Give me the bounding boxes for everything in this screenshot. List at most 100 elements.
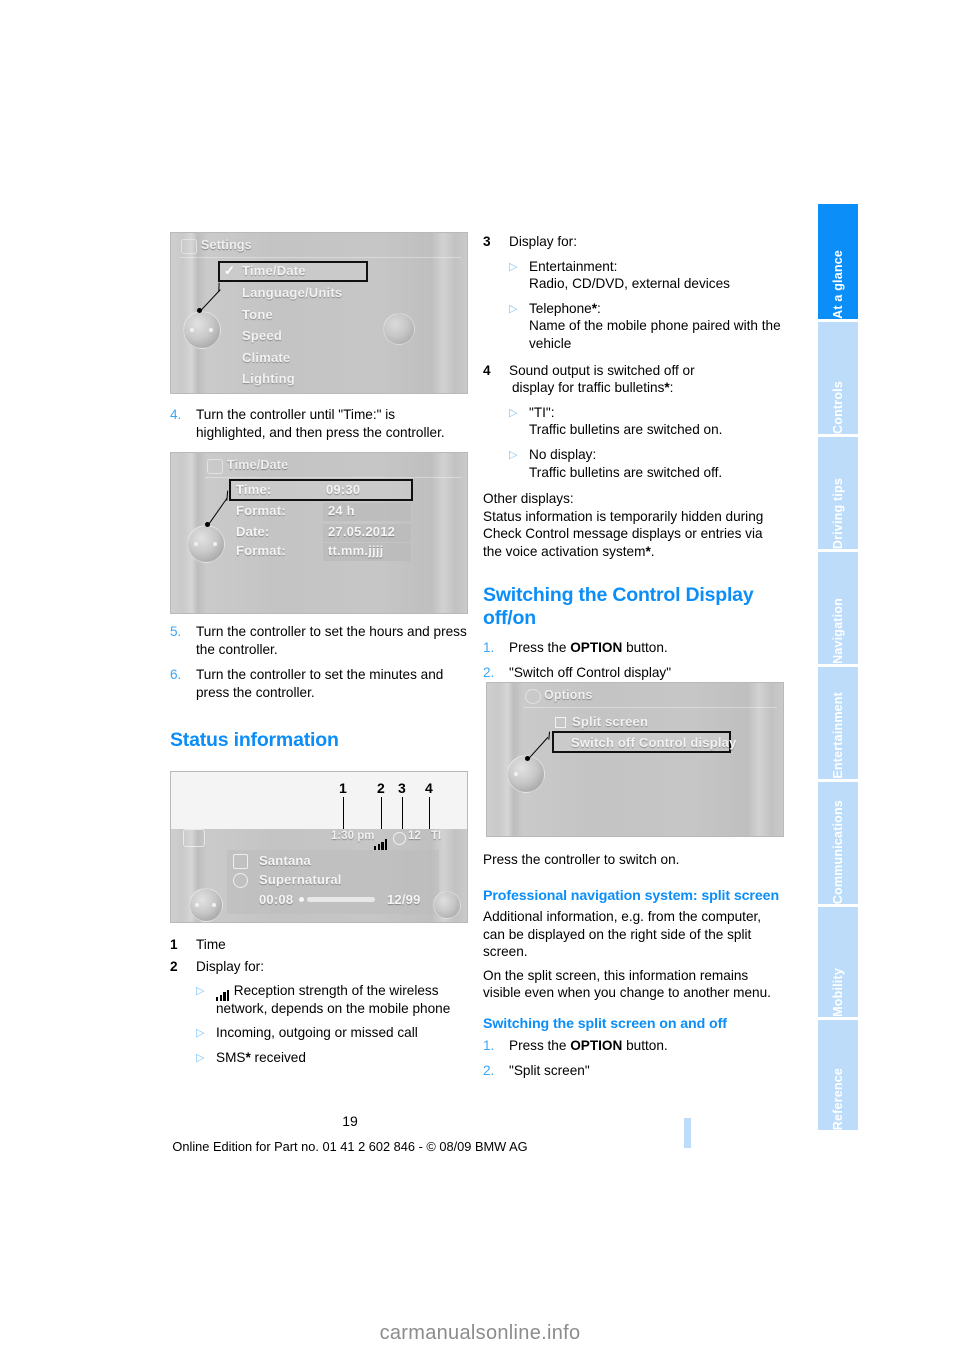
leader-dot <box>205 522 210 527</box>
row-label-format[interactable]: Format: <box>236 503 286 518</box>
sub-bullet-line1: No display: <box>529 446 597 462</box>
sub-bullet: ▷ Incoming, outgoing or missed call <box>170 1024 468 1042</box>
right-column: 3 Display for: ▷ Entertainment: Radio, C… <box>483 232 781 682</box>
tab-label: Navigation <box>831 598 845 664</box>
page-number: 19 <box>342 1113 358 1129</box>
callout-leader <box>381 797 383 829</box>
menu-item-speed[interactable]: Speed <box>242 328 282 343</box>
screen-title: Time/Date <box>227 458 289 472</box>
checkbox-icon[interactable] <box>555 717 566 728</box>
row-value-format2[interactable]: tt.mm.jjjj <box>328 543 383 558</box>
heading-switching-control-display: Switching the Control Display off/on <box>483 583 754 629</box>
menu-item-lighting[interactable]: Lighting <box>242 371 295 386</box>
tab-controls[interactable]: Controls <box>818 322 858 437</box>
checkmark-icon: ✓ <box>224 263 235 278</box>
other-displays-text: Status information is temporarily hidden… <box>483 508 764 559</box>
tab-at-a-glance[interactable]: At a glance <box>818 204 858 322</box>
press-controller-text: Press the controller to switch on. <box>483 852 680 867</box>
step-text: "Switch off Control display" <box>509 665 672 681</box>
source-icon <box>183 829 205 847</box>
step-text-post: button. <box>622 639 668 655</box>
heading-status-information: Status information <box>170 729 339 751</box>
menu-item-time-date[interactable]: Time/Date <box>242 263 306 278</box>
profnav-paragraph-2: On the split screen, this information re… <box>483 967 771 1001</box>
tab-driving-tips[interactable]: Driving tips <box>818 437 858 552</box>
other-displays-block: Other displays: Status information is te… <box>483 490 781 560</box>
sub-bullet: ▷ No display: Traffic bulletins are swit… <box>483 446 781 481</box>
legend-number: 3 <box>483 234 491 249</box>
numbered-step: 4. Turn the controller until "Time:" is … <box>170 406 468 441</box>
status-ti-count: 12 <box>408 830 421 842</box>
heading-switching-split-screen: Switching the split screen on and off <box>483 1016 727 1033</box>
numbered-step: 2. "Switch off Control display" <box>483 664 781 682</box>
step-number: 2. <box>483 1063 495 1079</box>
legend-text: Display for: <box>509 234 577 249</box>
row-label-date[interactable]: Date: <box>236 524 270 539</box>
triangle-bullet-icon: ▷ <box>196 985 205 998</box>
step-text-pre: Press the <box>509 1037 571 1053</box>
tab-entertainment[interactable]: Entertainment <box>818 667 858 782</box>
step-number: 1. <box>483 1037 495 1053</box>
other-displays-end: . <box>650 543 655 559</box>
tab-label: Communications <box>831 799 845 904</box>
steps-5-6-block: 5. Turn the controller to set the hours … <box>170 621 468 701</box>
signal-bars-icon <box>374 832 389 850</box>
section-tab-strip: At a glance Controls Driving tips Naviga… <box>818 204 858 1144</box>
menu-item-door-locks[interactable]: Door locks <box>242 393 311 394</box>
menu-item-tone[interactable]: Tone <box>242 307 273 322</box>
row-label-time[interactable]: Time: <box>236 482 271 497</box>
title-divider <box>179 257 461 258</box>
options-icon <box>525 689 541 704</box>
sub-bullet-text-after: received <box>250 1050 306 1066</box>
tab-label: Driving tips <box>831 477 845 549</box>
tab-communications[interactable]: Communications <box>818 782 858 907</box>
legend-number: 1 <box>170 937 178 952</box>
callout-number-1: 1 <box>339 780 347 796</box>
tab-navigation[interactable]: Navigation <box>818 552 858 667</box>
mute-icon <box>393 832 406 845</box>
screen-title: Settings <box>201 238 252 252</box>
row-value-format[interactable]: 24 h <box>328 503 355 518</box>
step-text: Turn the controller until "Time:" is hig… <box>196 407 445 440</box>
legend-block-left: 1 Time 2 Display for: ▷ Reception streng… <box>170 935 468 1067</box>
triangle-bullet-icon: ▷ <box>509 260 518 273</box>
option-button-label: OPTION <box>570 639 623 655</box>
tab-label: Mobility <box>831 968 845 1017</box>
progress-bar <box>307 897 375 902</box>
manual-page: At a glance Controls Driving tips Naviga… <box>0 0 960 1358</box>
clock-icon <box>207 459 223 474</box>
controller-knob-icon <box>183 311 221 349</box>
legend-text: Display for: <box>196 958 264 974</box>
status-time: 1:30 pm <box>331 830 375 842</box>
numbered-step: 1. Press the OPTION button. <box>483 1037 781 1055</box>
tab-reference[interactable]: Reference <box>818 1020 858 1130</box>
sub-bullet-line2: Name of the mobile phone paired with the… <box>529 318 781 351</box>
menu-item-switch-off-control-display[interactable]: Switch off Control display <box>571 735 737 750</box>
sub-bullet-line1: "TI": <box>529 404 555 420</box>
menu-item-split-screen[interactable]: Split screen <box>572 714 648 729</box>
leader-dot <box>197 308 202 313</box>
step-number: 1. <box>483 639 495 655</box>
watermark: carmanualsonline.info <box>379 1322 581 1344</box>
row-value-date[interactable]: 27.05.2012 <box>328 524 395 539</box>
triangle-bullet-icon: ▷ <box>509 302 518 315</box>
legend-item: 2 Display for: <box>170 958 468 976</box>
triangle-bullet-icon: ▷ <box>196 1052 205 1065</box>
legend-item: 1 Time <box>170 936 468 954</box>
track-title: Supernatural <box>259 872 342 887</box>
row-label-format2[interactable]: Format: <box>236 543 286 558</box>
sub-bullet: ▷ SMS* received <box>170 1049 468 1067</box>
menu-item-climate[interactable]: Climate <box>242 350 290 365</box>
row-value-time[interactable]: 09:30 <box>326 482 360 497</box>
tab-label: Controls <box>831 381 845 434</box>
step-number: 5. <box>170 624 182 639</box>
menu-item-language-units[interactable]: Language/Units <box>242 285 342 300</box>
step-number: 4. <box>170 407 182 422</box>
track-artist: Santana <box>259 853 311 868</box>
tab-mobility[interactable]: Mobility <box>818 907 858 1020</box>
step-text: "Split screen" <box>509 1063 590 1079</box>
tab-label: Reference <box>831 1067 845 1130</box>
sub-bullet-text: Reception strength of the wireless netwo… <box>216 983 451 1016</box>
numbered-step: 1. Press the OPTION button. <box>483 639 781 657</box>
heading-professional-navigation-split-screen: Professional navigation system: split sc… <box>483 887 780 904</box>
